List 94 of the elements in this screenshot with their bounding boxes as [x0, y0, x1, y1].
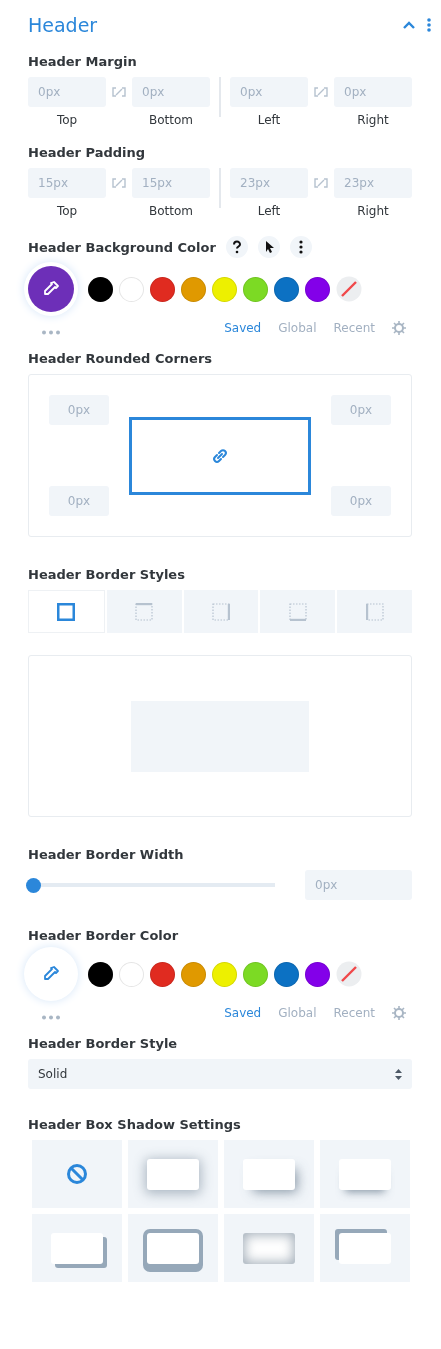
color-swatch[interactable]: [88, 961, 113, 987]
shadow-preset[interactable]: [224, 1214, 314, 1282]
color-swatch[interactable]: [119, 276, 144, 302]
setting-label: Header Padding: [28, 145, 146, 160]
border-side-icon: [212, 602, 230, 621]
sort-arrows-icon: [395, 1068, 402, 1080]
pointer-icon[interactable]: [257, 236, 280, 258]
eyedropper-button[interactable]: [28, 266, 74, 312]
help-icon[interactable]: [225, 236, 248, 258]
palette-tab[interactable]: Saved: [224, 320, 262, 335]
color-swatch[interactable]: [243, 276, 268, 302]
spacing-field[interactable]: 0px: [334, 77, 412, 107]
corner-field[interactable]: 0px: [331, 486, 391, 516]
field-caption: Right: [356, 204, 390, 218]
spacing-field[interactable]: 0px: [230, 77, 308, 107]
palette-tab[interactable]: Saved: [224, 1005, 262, 1020]
field-caption: Right: [356, 113, 390, 127]
no-color-swatch[interactable]: [336, 961, 362, 987]
color-swatch[interactable]: [88, 276, 113, 302]
more-icon[interactable]: [42, 330, 60, 335]
color-swatch[interactable]: [305, 276, 330, 302]
field-caption: Top: [55, 204, 79, 218]
spacing-field[interactable]: 23px: [334, 168, 412, 198]
eyedropper-icon: [42, 280, 60, 298]
corner-link-preview[interactable]: [129, 416, 311, 495]
more-icon[interactable]: [42, 1015, 60, 1020]
setting-label: Header Box Shadow Settings: [28, 1117, 241, 1132]
spacing-field[interactable]: 23px: [230, 168, 308, 198]
shadow-sample: [147, 1158, 199, 1190]
eyedropper-icon: [42, 965, 60, 983]
shadow-sample: [243, 1158, 295, 1190]
palette-tab[interactable]: Recent: [333, 320, 375, 335]
shadow-preset[interactable]: [32, 1214, 122, 1282]
shadow-sample: [339, 1158, 391, 1190]
link-icon[interactable]: [110, 177, 128, 189]
field-caption: Left: [256, 204, 282, 218]
border-side-icon: [288, 602, 307, 621]
color-swatch[interactable]: [212, 961, 237, 987]
slider-thumb[interactable]: [26, 877, 41, 893]
link-icon[interactable]: [312, 86, 330, 98]
field-caption: Bottom: [148, 113, 194, 127]
no-shadow-icon: [66, 1163, 88, 1185]
corner-field[interactable]: 0px: [49, 486, 109, 516]
color-swatch[interactable]: [274, 961, 299, 987]
palette-tab[interactable]: Global: [278, 1005, 317, 1020]
border-style-select[interactable]: Solid: [28, 1059, 412, 1089]
shadow-preset[interactable]: [224, 1140, 314, 1208]
spacing-field[interactable]: 0px: [132, 77, 210, 107]
color-swatch[interactable]: [181, 276, 206, 302]
field-caption: Left: [256, 113, 282, 127]
collapse-icon[interactable]: [403, 21, 415, 29]
border-side-tab[interactable]: [28, 590, 105, 633]
border-side-icon: [135, 602, 154, 621]
field-caption: Bottom: [148, 204, 194, 218]
corner-field[interactable]: 0px: [49, 395, 109, 425]
color-swatch[interactable]: [181, 961, 206, 987]
shadow-sample: [243, 1232, 295, 1264]
shadow-preset[interactable]: [320, 1214, 410, 1282]
link-icon: [211, 446, 229, 465]
shadow-preset[interactable]: [128, 1214, 218, 1282]
setting-label: Header Border Styles: [28, 567, 185, 582]
more-vertical-icon[interactable]: [289, 236, 312, 258]
shadow-preset[interactable]: [320, 1140, 410, 1208]
color-swatch[interactable]: [305, 961, 330, 987]
settings-icon[interactable]: [392, 1005, 406, 1020]
color-swatch[interactable]: [212, 276, 237, 302]
setting-label: Header Rounded Corners: [28, 351, 213, 366]
link-icon[interactable]: [312, 177, 330, 189]
color-swatch[interactable]: [243, 961, 268, 987]
shadow-preset[interactable]: [128, 1140, 218, 1208]
field-caption: Top: [55, 113, 79, 127]
link-icon[interactable]: [110, 86, 128, 98]
setting-label: Header Background Color: [28, 239, 216, 255]
width-field[interactable]: 0px: [305, 870, 412, 900]
palette-tab[interactable]: Recent: [333, 1005, 375, 1020]
color-swatch[interactable]: [119, 961, 144, 987]
panel-title: Header: [28, 14, 98, 36]
shadow-preset[interactable]: [32, 1140, 122, 1208]
border-side-icon: [57, 602, 76, 621]
palette-tab[interactable]: Global: [278, 320, 317, 335]
setting-label: Header Border Style: [28, 1036, 178, 1051]
corner-field[interactable]: 0px: [331, 395, 391, 425]
settings-icon[interactable]: [392, 320, 406, 335]
color-swatch[interactable]: [150, 961, 175, 987]
setting-label: Header Border Width: [28, 847, 184, 862]
no-color-swatch[interactable]: [336, 276, 362, 302]
setting-label: Header Border Color: [28, 928, 179, 943]
color-swatch[interactable]: [150, 276, 175, 302]
border-side-icon: [365, 602, 384, 621]
spacing-field[interactable]: 15px: [132, 168, 210, 198]
spacing-field[interactable]: 15px: [28, 168, 106, 198]
setting-label: Header Margin: [28, 54, 137, 69]
spacing-field[interactable]: 0px: [28, 77, 106, 107]
color-swatch[interactable]: [274, 276, 299, 302]
